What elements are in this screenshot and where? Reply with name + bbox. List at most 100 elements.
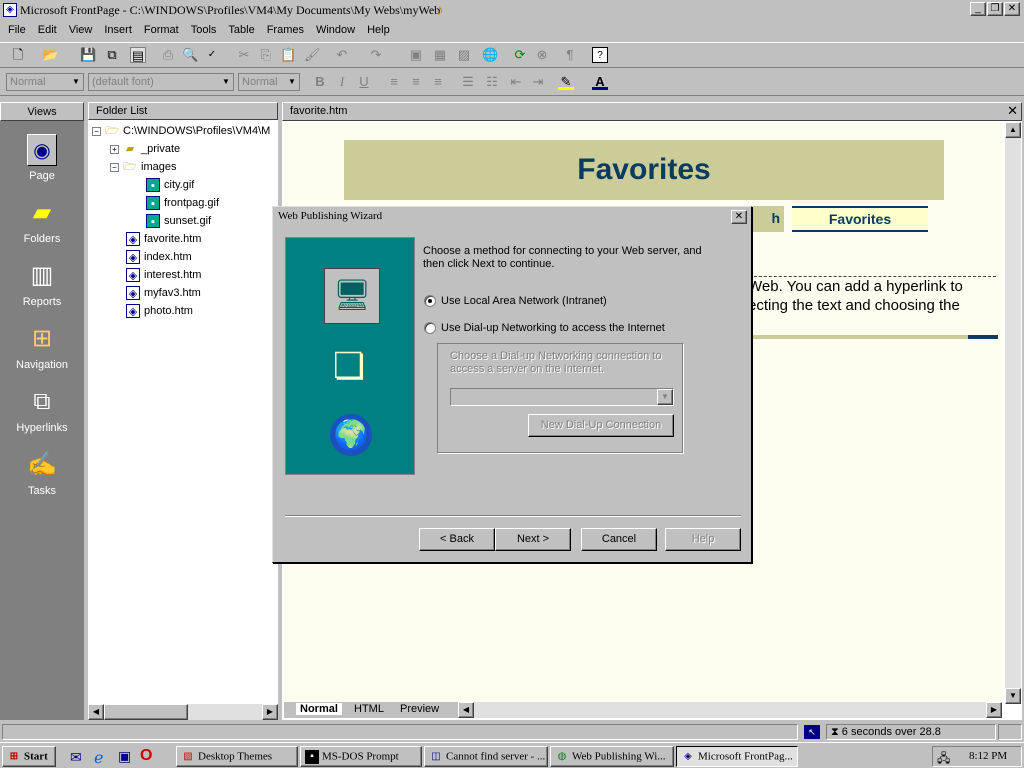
print-preview-icon[interactable]: 🔍	[182, 47, 198, 63]
view-hyperlinks[interactable]: ⧉ Hyperlinks	[0, 386, 84, 434]
align-left-icon[interactable]: ≡	[386, 74, 402, 90]
dialog-close-button[interactable]: ✕	[731, 210, 747, 224]
print-icon[interactable]: ⎙	[160, 47, 176, 63]
help-button[interactable]: Help	[665, 528, 741, 551]
quicklaunch-desktop-icon[interactable]: ▣	[118, 748, 131, 765]
redo-icon[interactable]: ↷	[368, 47, 384, 63]
minimize-button[interactable]: _	[970, 2, 986, 16]
menu-format[interactable]: Format	[138, 22, 185, 38]
open-icon[interactable]: 📂	[42, 47, 58, 63]
tab-preview[interactable]: Preview	[396, 703, 443, 715]
insert-image-icon[interactable]: ▨	[456, 47, 472, 63]
spelling-icon[interactable]: ✓	[204, 47, 220, 63]
menu-table[interactable]: Table	[222, 22, 260, 38]
menu-help[interactable]: Help	[361, 22, 396, 38]
quicklaunch-opera-icon[interactable]: O	[140, 747, 152, 765]
view-reports[interactable]: ▥ Reports	[0, 260, 84, 308]
font-color-icon[interactable]: A	[592, 74, 608, 90]
radio-lan[interactable]	[424, 295, 436, 307]
tray-network-icon[interactable]: 🖧	[937, 749, 950, 768]
radio-dialup[interactable]	[424, 322, 436, 334]
tree-item-images[interactable]: − 🗁 images	[110, 158, 176, 176]
align-right-icon[interactable]: ≡	[430, 74, 446, 90]
hyperlink-icon[interactable]: 🌐	[482, 47, 498, 63]
menu-tools[interactable]: Tools	[185, 22, 223, 38]
style-combo[interactable]: Normal ▼	[6, 73, 84, 91]
quicklaunch-ie-icon[interactable]: ℯ	[94, 748, 103, 768]
scroll-up-icon[interactable]: ▲	[1005, 122, 1021, 138]
paste-icon[interactable]: 📋	[280, 47, 296, 63]
task-frontpage[interactable]: ◈ Microsoft FrontPag...	[676, 746, 798, 767]
view-page[interactable]: ◉ Page	[0, 134, 84, 182]
task-msdos-prompt[interactable]: ▪ MS-DOS Prompt	[300, 746, 422, 767]
expand-icon[interactable]: +	[110, 144, 119, 154]
start-button[interactable]: ⊞ Start	[2, 746, 56, 767]
decrease-indent-icon[interactable]: ⇤	[508, 74, 524, 90]
size-combo[interactable]: Normal ▼	[238, 73, 300, 91]
increase-indent-icon[interactable]: ⇥	[530, 74, 546, 90]
tab-normal[interactable]: Normal	[296, 703, 342, 715]
tab-html[interactable]: HTML	[350, 703, 388, 715]
tree-item-private[interactable]: + ▰ _private	[110, 140, 180, 158]
tree-item-index[interactable]: ◈ index.htm	[126, 248, 192, 266]
tree-item-city[interactable]: ▪ city.gif	[146, 176, 194, 194]
back-button[interactable]: < Back	[419, 528, 495, 551]
cancel-button[interactable]: Cancel	[581, 528, 657, 551]
stop-icon[interactable]: ⊗	[534, 47, 550, 63]
radio-dialup-label[interactable]: Use Dial-up Networking to access the Int…	[441, 322, 665, 334]
tree-item-myfav3[interactable]: ◈ myfav3.htm	[126, 284, 201, 302]
show-all-icon[interactable]: ¶	[562, 47, 578, 63]
dialup-connection-select[interactable]: ▼	[450, 388, 674, 406]
scroll-thumb[interactable]	[104, 704, 188, 720]
task-desktop-themes[interactable]: ▧ Desktop Themes	[176, 746, 298, 767]
menu-insert[interactable]: Insert	[98, 22, 138, 38]
undo-icon[interactable]: ↶	[334, 47, 350, 63]
folder-horizontal-scrollbar[interactable]: ◀ ▶	[88, 704, 278, 720]
format-painter-icon[interactable]: 🖌	[304, 47, 321, 63]
radio-lan-label[interactable]: Use Local Area Network (Intranet)	[441, 295, 607, 307]
save-icon[interactable]: 💾	[80, 47, 96, 63]
close-button[interactable]: ✕	[1004, 2, 1020, 16]
menu-view[interactable]: View	[63, 22, 99, 38]
tabs-scroll-left-icon[interactable]: ◀	[458, 702, 474, 718]
view-tasks[interactable]: ✍ Tasks	[0, 449, 84, 497]
close-icon[interactable]: ✕	[1007, 103, 1018, 119]
menu-frames[interactable]: Frames	[261, 22, 310, 38]
font-combo[interactable]: (default font) ▼	[88, 73, 234, 91]
nav-button-favorites[interactable]: Favorites	[792, 206, 928, 232]
collapse-icon[interactable]: −	[110, 162, 119, 172]
scroll-right-icon[interactable]: ▶	[262, 704, 278, 720]
insert-component-icon[interactable]: ▣	[408, 47, 424, 63]
tabs-scroll-right-icon[interactable]: ▶	[986, 702, 1002, 718]
tree-item-interest[interactable]: ◈ interest.htm	[126, 266, 201, 284]
restore-button[interactable]: ❐	[987, 2, 1003, 16]
tree-item-frontpag[interactable]: ▪ frontpag.gif	[146, 194, 219, 212]
underline-button[interactable]: U	[356, 74, 372, 90]
tree-item-sunset[interactable]: ▪ sunset.gif	[146, 212, 211, 230]
align-center-icon[interactable]: ≡	[408, 74, 424, 90]
tree-item-favorite[interactable]: ◈ favorite.htm	[126, 230, 201, 248]
chevron-down-icon[interactable]: ▼	[657, 389, 673, 405]
tree-item-photo[interactable]: ◈ photo.htm	[126, 302, 193, 320]
collapse-icon[interactable]: −	[92, 126, 101, 136]
view-navigation[interactable]: ⊞ Navigation	[0, 323, 84, 371]
menu-file[interactable]: File	[0, 22, 32, 38]
editor-vertical-scrollbar[interactable]: ▲ ▼	[1005, 122, 1021, 704]
scroll-down-icon[interactable]: ▼	[1005, 688, 1021, 704]
new-page-icon[interactable]: 🗋	[10, 47, 26, 63]
publish-icon[interactable]: ⧉	[104, 47, 120, 63]
editor-horizontal-scrollbar[interactable]	[474, 702, 986, 718]
italic-button[interactable]: I	[334, 74, 350, 90]
menu-window[interactable]: Window	[310, 22, 361, 38]
view-folders[interactable]: ▰ Folders	[0, 197, 84, 245]
refresh-icon[interactable]: ⟳	[512, 47, 528, 63]
folder-list-toggle-icon[interactable]: ▤	[130, 47, 146, 63]
new-dialup-connection-button[interactable]: New Dial-Up Connection	[528, 414, 674, 437]
tree-root[interactable]: − 🗁 C:\WINDOWS\Profiles\VM4\M	[92, 122, 270, 140]
menu-edit[interactable]: Edit	[32, 22, 63, 38]
task-web-publishing-wizard[interactable]: ◍ Web Publishing Wi...	[550, 746, 674, 767]
task-cannot-find-server[interactable]: ◫ Cannot find server - ...	[424, 746, 548, 767]
bullet-list-icon[interactable]: ☷	[484, 74, 500, 90]
insert-table-icon[interactable]: ▦	[432, 47, 448, 63]
numbered-list-icon[interactable]: ☰	[460, 74, 476, 90]
